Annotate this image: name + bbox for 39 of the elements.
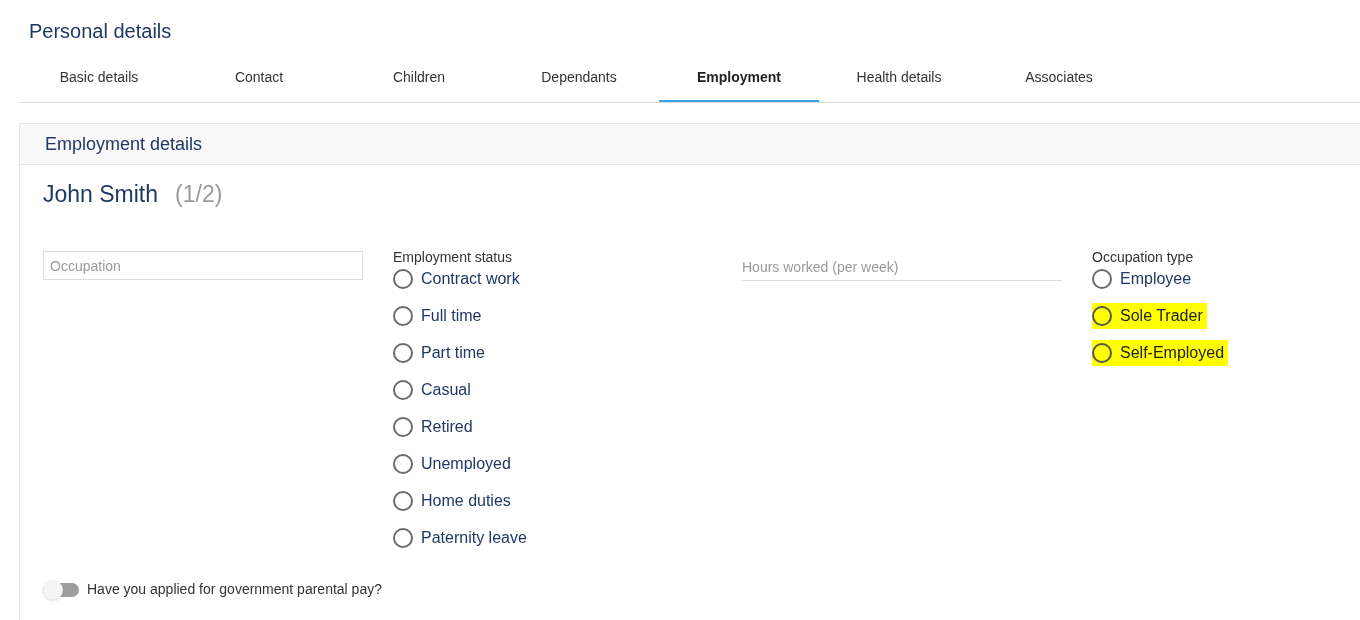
radio-option[interactable]: Home duties xyxy=(393,488,515,514)
group-label: Employment status xyxy=(393,249,514,266)
radio-button[interactable] xyxy=(393,380,413,400)
radio-button[interactable] xyxy=(1092,306,1112,326)
radio-button[interactable] xyxy=(393,454,413,474)
tab[interactable]: Basic details xyxy=(19,55,179,102)
radio-option[interactable]: Part time xyxy=(393,340,489,366)
radio-option[interactable]: Paternity leave xyxy=(393,525,531,551)
radio-button[interactable] xyxy=(393,306,413,326)
page-title: Personal details xyxy=(28,19,173,44)
radio-button[interactable] xyxy=(1092,269,1112,289)
radio-button[interactable] xyxy=(393,417,413,437)
radio-option[interactable]: Casual xyxy=(393,377,475,403)
hours-field[interactable]: Hours worked (per week) xyxy=(742,253,1062,281)
radio-option[interactable]: Sole Trader xyxy=(1092,303,1207,329)
radio-button[interactable] xyxy=(393,343,413,363)
group-label: Occupation type xyxy=(1092,249,1195,266)
radio-button[interactable] xyxy=(393,269,413,289)
radio-button[interactable] xyxy=(393,491,413,511)
person-name: John Smith xyxy=(43,180,159,209)
radio-button[interactable] xyxy=(393,528,413,548)
radio-option[interactable]: Full time xyxy=(393,303,486,329)
tab[interactable]: Children xyxy=(339,55,499,102)
occupation-field[interactable]: Occupation xyxy=(43,251,363,280)
tab[interactable]: Health details xyxy=(819,55,979,102)
radio-option[interactable]: Contract work xyxy=(393,266,524,292)
toggle-label: Have you applied for government parental pay? xyxy=(87,580,382,599)
radio-button[interactable] xyxy=(1092,343,1112,363)
tab[interactable]: Contact xyxy=(179,55,339,102)
tab[interactable]: Associates xyxy=(979,55,1139,102)
person-count: (1/2) xyxy=(175,180,223,209)
radio-option[interactable]: Retired xyxy=(393,414,477,440)
radio-option[interactable]: Self-Employed xyxy=(1092,340,1229,366)
radio-option[interactable]: Employee xyxy=(1092,266,1196,292)
section-title: Employment details xyxy=(45,132,203,156)
toggle-switch[interactable] xyxy=(43,582,79,597)
tab[interactable]: Dependants xyxy=(499,55,659,102)
tab[interactable]: Employment xyxy=(659,55,819,102)
radio-option[interactable]: Unemployed xyxy=(393,451,515,477)
